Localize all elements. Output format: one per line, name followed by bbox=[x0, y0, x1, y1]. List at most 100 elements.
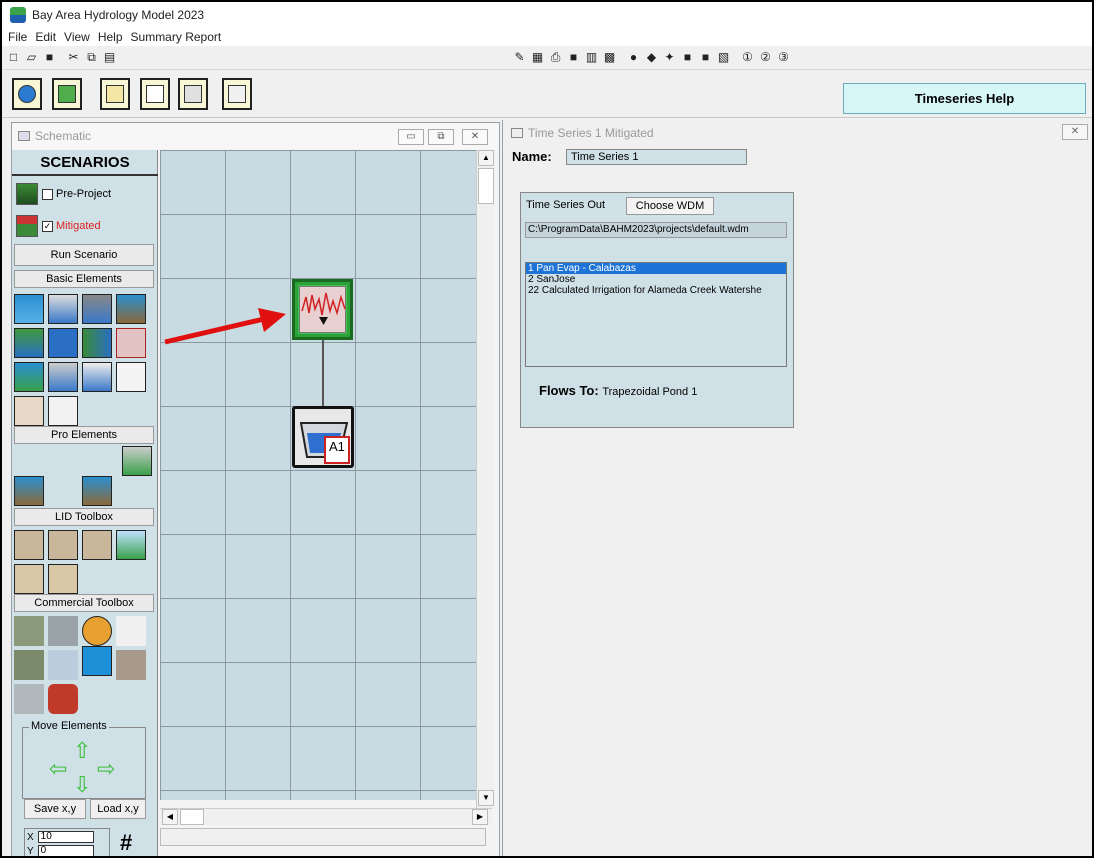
commercial-2-icon[interactable] bbox=[48, 616, 78, 646]
menu-summary-report[interactable]: Summary Report bbox=[131, 30, 222, 44]
gravel-element-icon[interactable] bbox=[116, 294, 146, 324]
channel-element-icon[interactable] bbox=[82, 294, 112, 324]
planter-icon[interactable] bbox=[48, 530, 78, 560]
menu-help[interactable]: Help bbox=[98, 30, 123, 44]
save-icon[interactable]: ■ bbox=[42, 50, 57, 64]
commercial-10-icon[interactable] bbox=[48, 684, 78, 714]
commercial-6-icon[interactable] bbox=[48, 650, 78, 680]
open-folder-icon[interactable]: ▱ bbox=[24, 50, 39, 64]
y-field[interactable]: 0 bbox=[37, 845, 94, 856]
landuse-icon[interactable] bbox=[52, 78, 82, 110]
globe-map-icon[interactable] bbox=[12, 78, 42, 110]
load-xy-button[interactable]: Load x,y bbox=[90, 799, 146, 819]
data-element-icon[interactable] bbox=[48, 396, 78, 426]
rain-element-icon[interactable] bbox=[14, 294, 44, 324]
arrow-right-icon[interactable]: ⇨ bbox=[97, 756, 115, 782]
chart-icon[interactable]: ◆ bbox=[644, 50, 659, 64]
pre-project-checkbox[interactable] bbox=[42, 188, 53, 200]
vertical-scrollbar[interactable]: ▲ ▼ bbox=[476, 150, 494, 808]
splitter-element-icon[interactable] bbox=[116, 362, 146, 392]
tool-icon[interactable]: ✦ bbox=[662, 50, 677, 64]
schematic-canvas[interactable] bbox=[160, 150, 476, 800]
bioretention-icon[interactable] bbox=[14, 530, 44, 560]
arrow-left-icon[interactable]: ⇦ bbox=[49, 756, 67, 782]
list-item[interactable]: 1 Pan Evap - Calabazas bbox=[526, 263, 786, 274]
mitigated-checkbox[interactable]: ✓ bbox=[42, 220, 53, 232]
scenario-mitigated[interactable]: ✓ Mitigated bbox=[16, 214, 101, 238]
scroll-left-icon[interactable]: ◀ bbox=[162, 809, 178, 825]
lateral-element-icon[interactable] bbox=[14, 328, 44, 358]
vault-element-icon[interactable] bbox=[122, 446, 152, 476]
grid-icon[interactable]: ▩ bbox=[602, 50, 617, 64]
timeseries-node[interactable] bbox=[292, 279, 353, 340]
square-icon[interactable]: ■ bbox=[680, 50, 695, 64]
arrow-up-icon[interactable]: ⇧ bbox=[73, 738, 91, 764]
list-item[interactable]: 22 Calculated Irrigation for Alameda Cre… bbox=[526, 285, 786, 296]
run-scenario-button[interactable]: Run Scenario bbox=[14, 244, 154, 266]
edit-icon[interactable]: ✎ bbox=[512, 50, 527, 64]
commercial-4-icon[interactable] bbox=[116, 616, 146, 646]
report-icon[interactable] bbox=[140, 78, 170, 110]
close-icon[interactable]: ✕ bbox=[462, 129, 488, 145]
horizontal-scrollbar[interactable]: ◀ ▶ bbox=[160, 808, 492, 825]
tools-icon[interactable] bbox=[178, 78, 208, 110]
paste-icon[interactable]: ▤ bbox=[102, 50, 117, 64]
ssd-element-icon[interactable] bbox=[14, 396, 44, 426]
circle-icon[interactable]: ● bbox=[626, 50, 641, 64]
swale-lid-icon[interactable] bbox=[116, 530, 146, 560]
minimize-icon[interactable]: ▭ bbox=[398, 129, 424, 145]
name-field[interactable]: Time Series 1 bbox=[566, 149, 747, 165]
timeseries-close-icon[interactable]: ✕ bbox=[1062, 124, 1088, 140]
green-roof-icon[interactable] bbox=[82, 530, 112, 560]
table-icon[interactable]: ▥ bbox=[584, 50, 599, 64]
commercial-8-icon[interactable] bbox=[116, 650, 146, 680]
circled-3-icon[interactable]: ③ bbox=[776, 50, 791, 64]
copy-icon[interactable]: ⧉ bbox=[84, 50, 99, 64]
tank-element-icon[interactable] bbox=[48, 328, 78, 358]
scroll-up-icon[interactable]: ▲ bbox=[478, 150, 494, 166]
restore-icon[interactable]: ⧉ bbox=[428, 129, 454, 145]
timeseries-list[interactable]: 1 Pan Evap - Calabazas 2 SanJose 22 Calc… bbox=[525, 262, 787, 367]
list-item[interactable]: 2 SanJose bbox=[526, 274, 786, 285]
notes-icon[interactable]: ▦ bbox=[530, 50, 545, 64]
disk-icon[interactable]: ■ bbox=[566, 50, 581, 64]
timeseries-help-button[interactable]: Timeseries Help bbox=[843, 83, 1086, 114]
horizontal-scroll-thumb[interactable] bbox=[180, 809, 204, 825]
menu-view[interactable]: View bbox=[64, 30, 90, 44]
scroll-right-icon[interactable]: ▶ bbox=[472, 809, 488, 825]
commercial-5-icon[interactable] bbox=[14, 650, 44, 680]
swale-element-icon[interactable] bbox=[14, 362, 44, 392]
irrigation-element-icon[interactable] bbox=[14, 476, 44, 506]
commercial-3-icon[interactable] bbox=[82, 616, 112, 646]
choose-wdm-button[interactable]: Choose WDM bbox=[626, 197, 714, 215]
square-2-icon[interactable]: ■ bbox=[698, 50, 713, 64]
cistern-icon[interactable] bbox=[48, 564, 78, 594]
timeseries-element-icon[interactable] bbox=[116, 328, 146, 358]
arrow-down-icon[interactable]: ⇩ bbox=[73, 772, 91, 798]
menu-edit[interactable]: Edit bbox=[35, 30, 56, 44]
circled-2-icon[interactable]: ② bbox=[758, 50, 773, 64]
permeable-pavement-icon[interactable] bbox=[14, 564, 44, 594]
filter-element-icon[interactable] bbox=[82, 476, 112, 506]
commercial-7-icon[interactable] bbox=[82, 646, 112, 676]
cut-icon[interactable]: ✂ bbox=[66, 50, 81, 64]
export-icon[interactable]: ▧ bbox=[716, 50, 731, 64]
pond-element-icon[interactable] bbox=[48, 362, 78, 392]
analysis-chart-icon[interactable] bbox=[100, 78, 130, 110]
trapezoid-element-icon[interactable] bbox=[82, 362, 112, 392]
x-field[interactable]: 10 bbox=[37, 831, 94, 843]
circled-1-icon[interactable]: ① bbox=[740, 50, 755, 64]
vertical-scroll-thumb[interactable] bbox=[478, 168, 494, 204]
lid-icon[interactable] bbox=[222, 78, 252, 110]
wdm-path-field[interactable]: C:\ProgramData\BAHM2023\projects\default… bbox=[525, 222, 787, 238]
grid-toggle-icon[interactable]: # bbox=[120, 830, 132, 856]
trapezoidal-pond-node[interactable]: A1 bbox=[292, 406, 354, 468]
basin-element-icon[interactable] bbox=[48, 294, 78, 324]
save-xy-button[interactable]: Save x,y bbox=[24, 799, 86, 819]
commercial-9-icon[interactable] bbox=[14, 684, 44, 714]
stream-element-icon[interactable] bbox=[82, 328, 112, 358]
new-file-icon[interactable]: □ bbox=[6, 50, 21, 64]
scroll-down-icon[interactable]: ▼ bbox=[478, 790, 494, 806]
print-icon[interactable]: ⎙ bbox=[548, 50, 563, 64]
menu-file[interactable]: File bbox=[8, 30, 27, 44]
